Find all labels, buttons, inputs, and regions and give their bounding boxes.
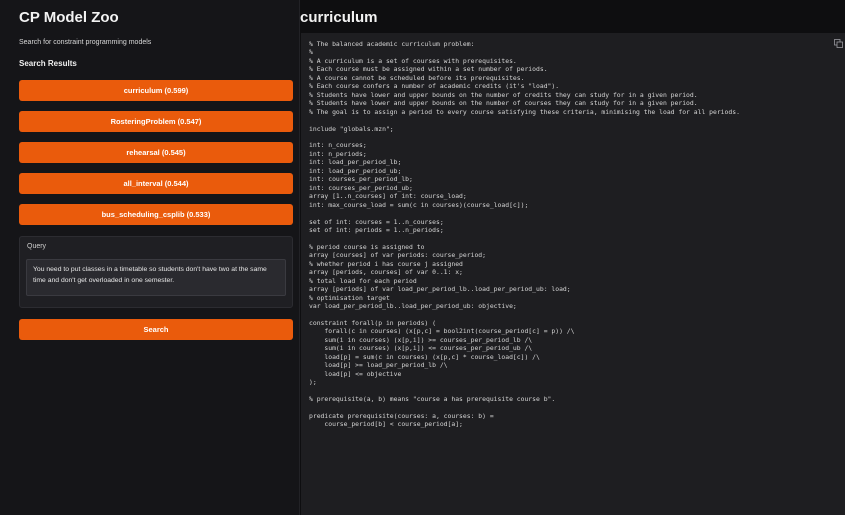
result-button-curriculum[interactable]: curriculum (0.599) xyxy=(19,80,293,101)
query-panel: Query You need to put classes in a timet… xyxy=(19,236,293,308)
result-button-all-interval[interactable]: all_interval (0.544) xyxy=(19,173,293,194)
result-button-rosteringproblem[interactable]: RosteringProblem (0.547) xyxy=(19,111,293,132)
app-title: CP Model Zoo xyxy=(19,9,119,26)
query-label: Query xyxy=(27,243,47,250)
query-textarea[interactable]: You need to put classes in a timetable s… xyxy=(26,259,286,296)
model-title: curriculum xyxy=(300,9,378,26)
search-button[interactable]: Search xyxy=(19,319,293,340)
result-button-bus-scheduling-csplib[interactable]: bus_scheduling_csplib (0.533) xyxy=(19,204,293,225)
search-results-heading: Search Results xyxy=(19,59,77,68)
app-subtitle: Search for constraint programming models xyxy=(19,39,152,46)
code-viewer: % The balanced academic curriculum probl… xyxy=(301,33,845,515)
sidebar: CP Model Zoo Search for constraint progr… xyxy=(0,0,300,515)
model-source-code: % The balanced academic curriculum probl… xyxy=(309,40,740,429)
search-results-list: curriculum (0.599) RosteringProblem (0.5… xyxy=(19,80,293,235)
result-button-rehearsal[interactable]: rehearsal (0.545) xyxy=(19,142,293,163)
